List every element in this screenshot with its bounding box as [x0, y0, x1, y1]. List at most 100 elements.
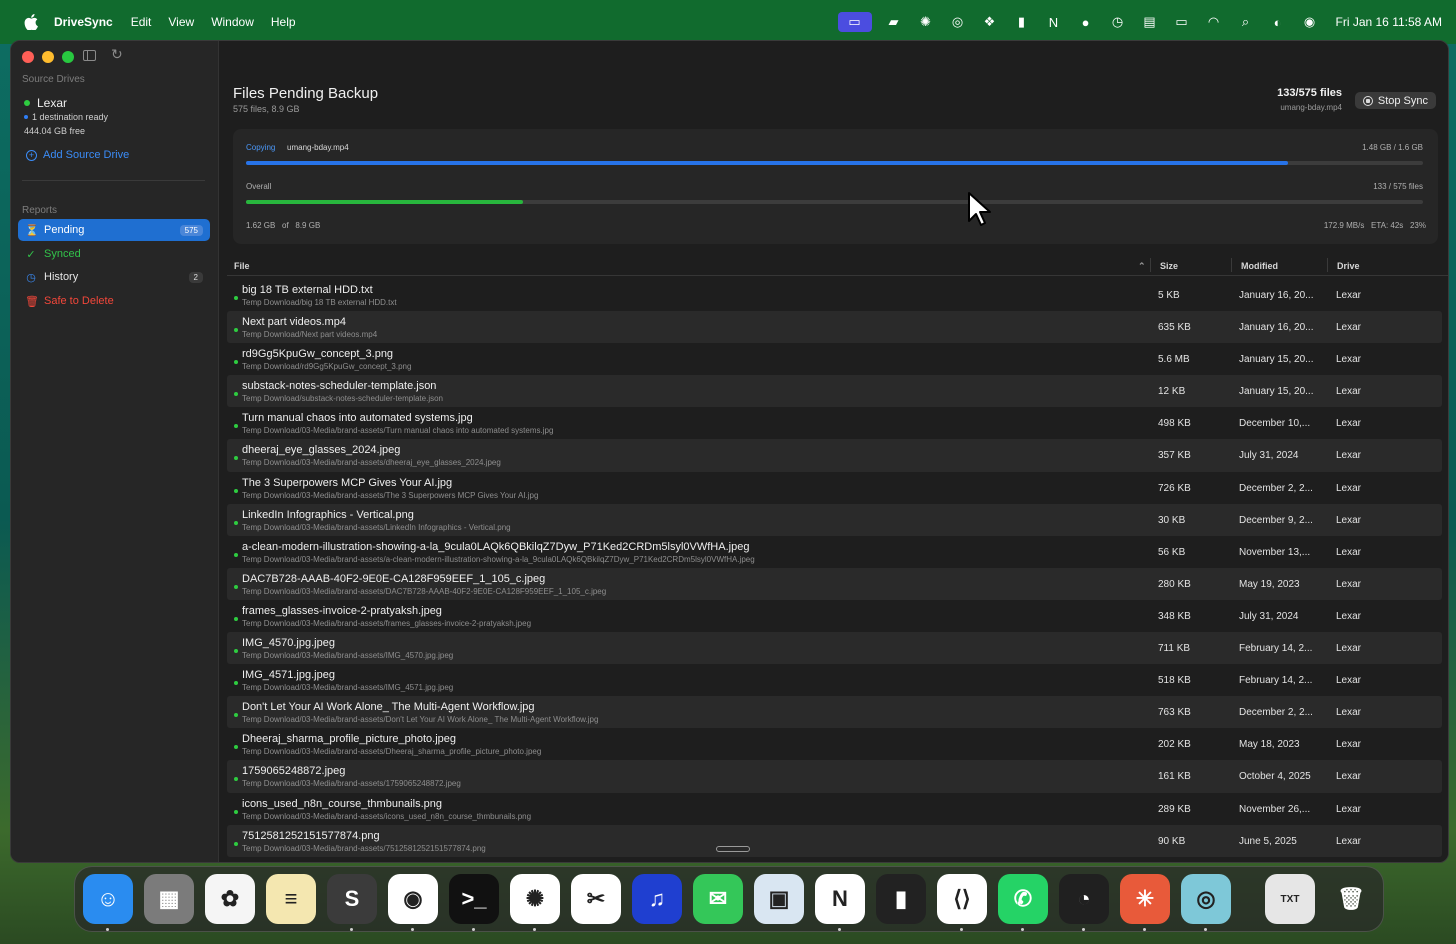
file-size: 202 KB: [1158, 739, 1191, 751]
terminal-icon[interactable]: >_: [449, 874, 499, 931]
pending-status-dot: [234, 488, 238, 493]
launchpad-icon[interactable]: ▦: [144, 874, 194, 924]
table-row[interactable]: The 3 Superpowers MCP Gives Your AI.jpg T…: [227, 472, 1442, 504]
scroll-indicator[interactable]: [716, 846, 750, 852]
table-row[interactable]: dheeraj_eye_glasses_2024.jpeg Temp Downlo…: [227, 439, 1442, 472]
notion-icon[interactable]: N: [815, 874, 865, 931]
table-row[interactable]: icons_used_n8n_course_thmbunails.png Temp…: [227, 793, 1442, 825]
search-icon[interactable]: ⌕: [1230, 12, 1262, 32]
table-row[interactable]: substack-notes-scheduler-template.json Te…: [227, 375, 1442, 408]
audio-bars-icon[interactable]: ▮: [876, 874, 926, 924]
table-row[interactable]: LinkedIn Infographics - Vertical.png Temp…: [227, 503, 1442, 536]
txt-document-icon[interactable]: TXT: [1265, 874, 1315, 924]
file-drive: Lexar: [1336, 290, 1362, 301]
table-row[interactable]: a-clean-modern-illustration-showing-a-la…: [227, 536, 1442, 568]
table-row[interactable]: 1759065248872.jpeg Temp Download/03-Media…: [227, 760, 1442, 793]
bars-icon[interactable]: ▮: [1006, 12, 1038, 32]
chatgpt-icon[interactable]: ◎: [942, 12, 974, 32]
control-center-icon[interactable]: ◐: [1262, 12, 1294, 32]
sidebar-item-pending[interactable]: ⏳ Pending 575: [18, 219, 210, 241]
table-row[interactable]: frames_glasses-invoice-2-pratyaksh.jpeg T…: [227, 600, 1442, 632]
source-drive-lexar[interactable]: Lexar: [24, 96, 67, 110]
file-modified: January 16, 20...: [1239, 290, 1314, 301]
finder-icon[interactable]: ☺: [83, 874, 133, 931]
plus-circle-icon: +: [26, 149, 37, 161]
table-row[interactable]: Dheeraj_sharma_profile_picture_photo.jpe…: [227, 728, 1442, 760]
pending-status-dot: [234, 777, 238, 782]
sidebar-item-synced[interactable]: ✓ Synced: [18, 243, 210, 265]
whatsapp-icon[interactable]: ✆: [998, 874, 1048, 931]
stop-circle-icon: [1362, 95, 1373, 106]
sort-chevron-icon[interactable]: ⌃: [1138, 261, 1146, 272]
preview-icon[interactable]: ▣: [754, 874, 804, 924]
refresh-icon[interactable]: ↻: [111, 46, 123, 63]
trash-icon[interactable]: 🗑: [1326, 874, 1376, 924]
zoom-window-button[interactable]: [62, 51, 74, 63]
column-header-file[interactable]: File: [234, 261, 250, 271]
sublime-text-icon[interactable]: S: [327, 874, 377, 931]
file-size: 518 KB: [1158, 675, 1191, 687]
file-path: Temp Download/03-Media/brand-assets/a-cl…: [242, 554, 755, 564]
vpn-icon[interactable]: ●: [1070, 12, 1102, 32]
bytes-copied: 1.62 GB of 8.9 GB: [246, 221, 321, 230]
app-menu[interactable]: DriveSync: [54, 15, 113, 29]
keyboard-icon[interactable]: ▤: [1134, 12, 1166, 32]
drivesync-icon[interactable]: ◎: [1181, 874, 1231, 931]
column-header-size[interactable]: Size: [1160, 261, 1178, 271]
table-row[interactable]: Don't Let Your AI Work Alone_ The Multi-…: [227, 696, 1442, 729]
column-header-drive[interactable]: Drive: [1337, 261, 1360, 271]
table-row[interactable]: IMG_4571.jpg.jpeg Temp Download/03-Media/…: [227, 664, 1442, 696]
close-window-button[interactable]: [22, 51, 34, 63]
stop-sync-button[interactable]: Stop Sync: [1354, 92, 1436, 109]
file-size: 30 KB: [1158, 514, 1186, 526]
menu-view[interactable]: View: [168, 15, 194, 29]
siri-icon[interactable]: ◉: [1294, 12, 1326, 32]
running-indicator: [350, 928, 353, 931]
pending-icon: ⏳: [25, 224, 39, 237]
wifi-icon[interactable]: ◠: [1198, 12, 1230, 32]
table-row[interactable]: 7512581252151577874.png Temp Download/03-…: [227, 824, 1442, 857]
capcut-icon[interactable]: ✂: [571, 874, 621, 924]
time-machine-icon[interactable]: ◷: [1102, 12, 1134, 32]
apple-menu-icon[interactable]: [24, 14, 38, 30]
screen-share-icon[interactable]: ▭: [837, 12, 872, 32]
menu-edit[interactable]: Edit: [131, 15, 152, 29]
claude-icon[interactable]: ✳: [1120, 874, 1170, 931]
table-row[interactable]: IMG_4570.jpg.jpeg Temp Download/03-Media/…: [227, 632, 1442, 665]
table-row[interactable]: rd9Gg5KpuGw_concept_3.png Temp Download/r…: [227, 343, 1442, 375]
sparkle-icon[interactable]: ✺: [910, 12, 942, 32]
minimize-window-button[interactable]: [42, 51, 54, 63]
add-source-drive-button[interactable]: + Add Source Drive: [26, 149, 129, 161]
table-row[interactable]: DAC7B728-AAAB-40F2-9E0E-CA128F959EEF_1_1…: [227, 567, 1442, 600]
file-modified: July 31, 2024: [1239, 450, 1299, 462]
chrome-icon[interactable]: ◉: [388, 874, 438, 931]
table-row[interactable]: Next part videos.mp4 Temp Download/Next p…: [227, 311, 1442, 344]
battery-icon[interactable]: ▭: [1166, 12, 1198, 32]
messages-icon[interactable]: ✉: [693, 874, 743, 924]
sidebar-item-history[interactable]: ◷ History 2: [18, 266, 210, 288]
file-path: Temp Download/03-Media/brand-assets/Don'…: [242, 715, 599, 725]
screen-recorder-icon[interactable]: ◔: [1059, 874, 1109, 931]
running-indicator: [960, 928, 963, 931]
dropbox-icon[interactable]: ❖: [974, 12, 1006, 32]
menu-window[interactable]: Window: [211, 15, 254, 29]
car-icon[interactable]: ▰: [878, 12, 910, 32]
vscode-icon[interactable]: ⟨⟩: [937, 874, 987, 931]
file-drive: Lexar: [1336, 322, 1362, 334]
menubar-clock[interactable]: Fri Jan 16 11:58 AM: [1336, 15, 1443, 29]
table-row[interactable]: Turn manual chaos into automated systems…: [227, 407, 1442, 439]
audacity-icon[interactable]: ♫: [632, 874, 682, 924]
file-size: 12 KB: [1158, 386, 1186, 398]
file-name: LinkedIn Infographics - Vertical.png: [242, 508, 414, 521]
menu-help[interactable]: Help: [271, 15, 296, 29]
sidebar-toggle-icon[interactable]: [83, 50, 96, 61]
column-header-modified[interactable]: Modified: [1241, 261, 1278, 271]
notes-icon[interactable]: ≡: [266, 874, 316, 924]
pending-status-dot: [234, 392, 238, 397]
table-row[interactable]: big 18 TB external HDD.txt Temp Download/…: [227, 279, 1442, 311]
sidebar-item-safe-to-delete[interactable]: 🗑 Safe to Delete: [18, 290, 210, 312]
chatgpt-icon[interactable]: ✺: [510, 874, 560, 931]
notion-icon[interactable]: N: [1038, 12, 1070, 32]
photos-icon[interactable]: ✿: [205, 874, 255, 924]
progress-card: Copying umang-bday.mp4 1.48 GB / 1.6 GB …: [233, 129, 1438, 244]
